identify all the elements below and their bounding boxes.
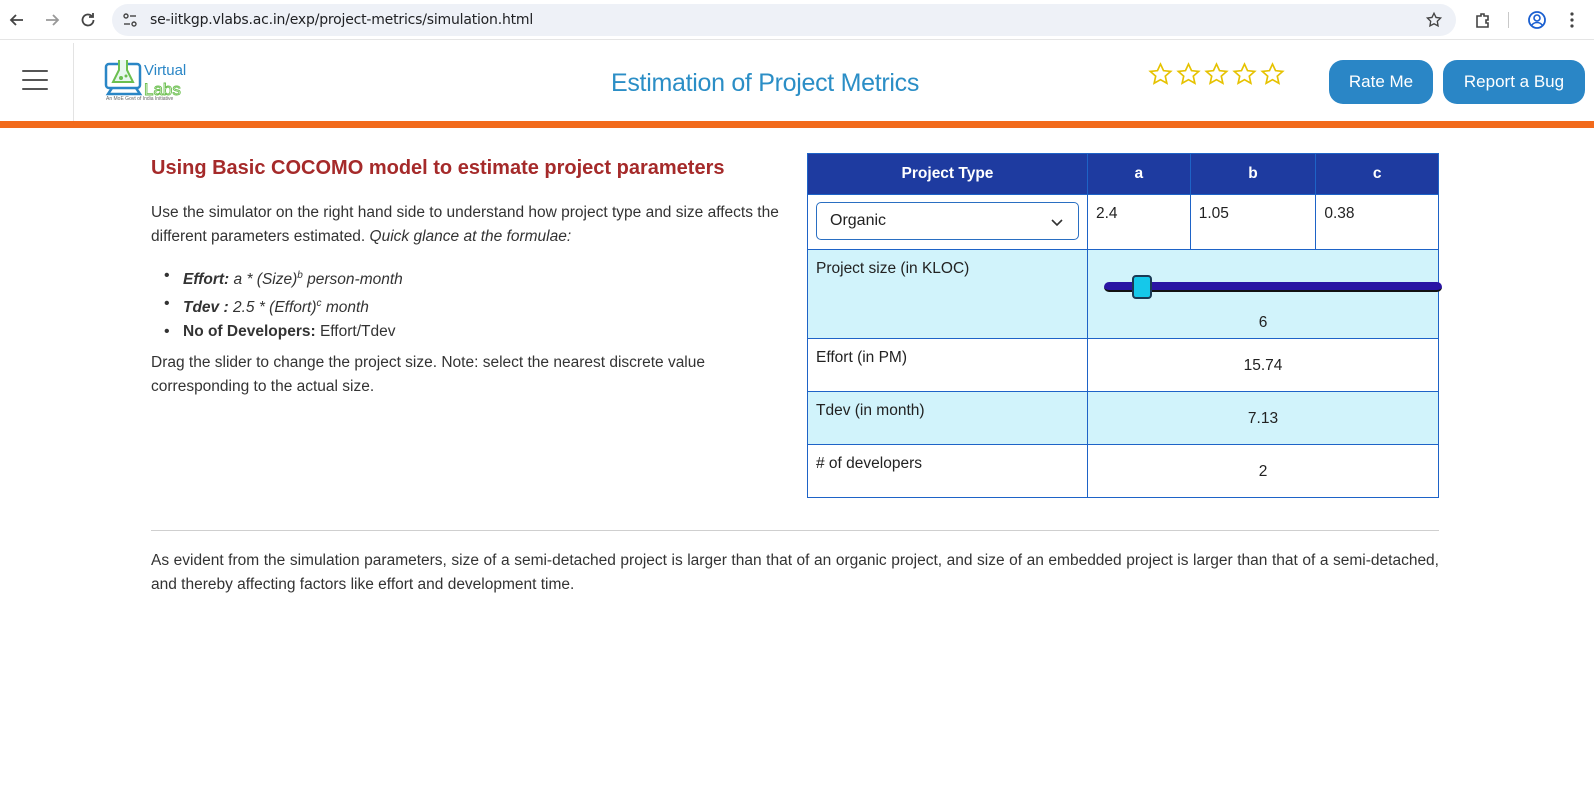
- hamburger-icon[interactable]: [22, 70, 48, 92]
- tdev-label: Tdev :: [183, 299, 229, 317]
- logo-tagline: An MoE Govt of India Initiative: [106, 96, 174, 102]
- section-divider: [151, 530, 1439, 531]
- rating-stars[interactable]: [1148, 62, 1285, 87]
- intro-italic: Quick glance at the formulae:: [369, 228, 572, 245]
- size-value: 6: [1258, 314, 1268, 331]
- table-row-tdev: Tdev (in month) 7.13: [807, 391, 1439, 445]
- tdev-unit: month: [321, 299, 369, 317]
- simulation-table: Project Type a b c Organic 2.4 1.05 0.38…: [807, 153, 1442, 498]
- header-project-type: Project Type: [807, 153, 1088, 195]
- effort-expr: a * (Size): [229, 271, 298, 289]
- slider-thumb[interactable]: [1132, 275, 1152, 299]
- site-info-icon[interactable]: [122, 12, 138, 28]
- logo-text-top: Virtual: [144, 62, 186, 79]
- header-a: a: [1087, 153, 1191, 195]
- reload-icon[interactable]: [76, 8, 100, 32]
- tdev-expr: 2.5 * (Effort): [228, 299, 317, 317]
- conclusion-paragraph: As evident from the simulation parameter…: [151, 552, 1439, 593]
- extensions-icon[interactable]: [1471, 8, 1495, 32]
- intro-paragraph: Use the simulator on the right hand side…: [151, 201, 791, 249]
- devs-value: 2: [1087, 444, 1439, 498]
- header-c: c: [1315, 153, 1439, 195]
- effort-label: Effort:: [183, 271, 230, 289]
- devs-label: # of developers: [807, 444, 1088, 498]
- kebab-menu-icon[interactable]: [1560, 8, 1584, 32]
- project-type-value: Organic: [830, 212, 887, 229]
- back-arrow-icon[interactable]: [5, 8, 29, 32]
- rating-star-icon[interactable]: [1204, 62, 1229, 87]
- formula-effort: Effort: a * (Size)b person-month: [151, 264, 403, 292]
- tdev-label: Tdev (in month): [807, 391, 1088, 445]
- report-bug-button[interactable]: Report a Bug: [1443, 60, 1585, 104]
- table-row-developers: # of developers 2: [807, 444, 1439, 498]
- forward-arrow-icon[interactable]: [40, 8, 64, 32]
- browser-toolbar: se-iitkgp.vlabs.ac.in/exp/project-metric…: [0, 0, 1594, 40]
- coef-b: 1.05: [1189, 194, 1317, 250]
- table-row-effort: Effort (in PM) 15.74: [807, 338, 1439, 392]
- project-size-slider[interactable]: [1096, 260, 1442, 310]
- rating-star-icon[interactable]: [1148, 62, 1173, 87]
- chevron-down-icon: [1051, 219, 1063, 227]
- url-text[interactable]: se-iitkgp.vlabs.ac.in/exp/project-metric…: [150, 12, 533, 28]
- rating-star-icon[interactable]: [1260, 62, 1285, 87]
- site-title: Estimation of Project Metrics: [610, 69, 920, 97]
- effort-label: Effort (in PM): [807, 338, 1088, 392]
- header-divider: [73, 43, 74, 121]
- rate-me-button[interactable]: Rate Me: [1329, 60, 1433, 104]
- table-header-row: Project Type a b c: [807, 153, 1439, 195]
- table-row-size: Project size (in KLOC) 6: [807, 249, 1442, 339]
- project-type-select[interactable]: Organic: [816, 202, 1079, 240]
- coef-c: 0.38: [1315, 194, 1439, 250]
- header-b: b: [1189, 153, 1317, 195]
- effort-value: 15.74: [1087, 338, 1439, 392]
- section-title: Using Basic COCOMO model to estimate pro…: [151, 157, 725, 179]
- tdev-value: 7.13: [1087, 391, 1439, 445]
- devs-label: No of Developers:: [183, 323, 316, 341]
- project-type-cell: Organic: [807, 194, 1088, 250]
- formula-list: Effort: a * (Size)b person-month Tdev : …: [151, 264, 403, 344]
- size-slider-cell: 6: [1087, 249, 1442, 339]
- effort-unit: person-month: [302, 271, 403, 289]
- slider-track[interactable]: [1104, 282, 1442, 292]
- profile-icon[interactable]: [1525, 8, 1549, 32]
- drag-note: Drag the slider to change the project si…: [151, 354, 705, 395]
- size-label: Project size (in KLOC): [807, 249, 1088, 339]
- bookmark-star-icon[interactable]: [1422, 8, 1446, 32]
- rating-star-icon[interactable]: [1176, 62, 1201, 87]
- formula-tdev: Tdev : 2.5 * (Effort)c month: [151, 292, 403, 320]
- site-header: Virtual Labs An MoE Govt of India Initia…: [0, 43, 1594, 121]
- rating-star-icon[interactable]: [1232, 62, 1257, 87]
- toolbar-separator: [1508, 12, 1509, 28]
- devs-expr: Effort/Tdev: [315, 323, 396, 341]
- coef-a: 2.4: [1087, 194, 1191, 250]
- table-row-coefficients: Organic 2.4 1.05 0.38: [807, 194, 1439, 250]
- address-bar[interactable]: se-iitkgp.vlabs.ac.in/exp/project-metric…: [112, 4, 1456, 36]
- formula-devs: No of Developers: Effort/Tdev: [151, 320, 403, 344]
- header-accent-bar: [0, 121, 1594, 128]
